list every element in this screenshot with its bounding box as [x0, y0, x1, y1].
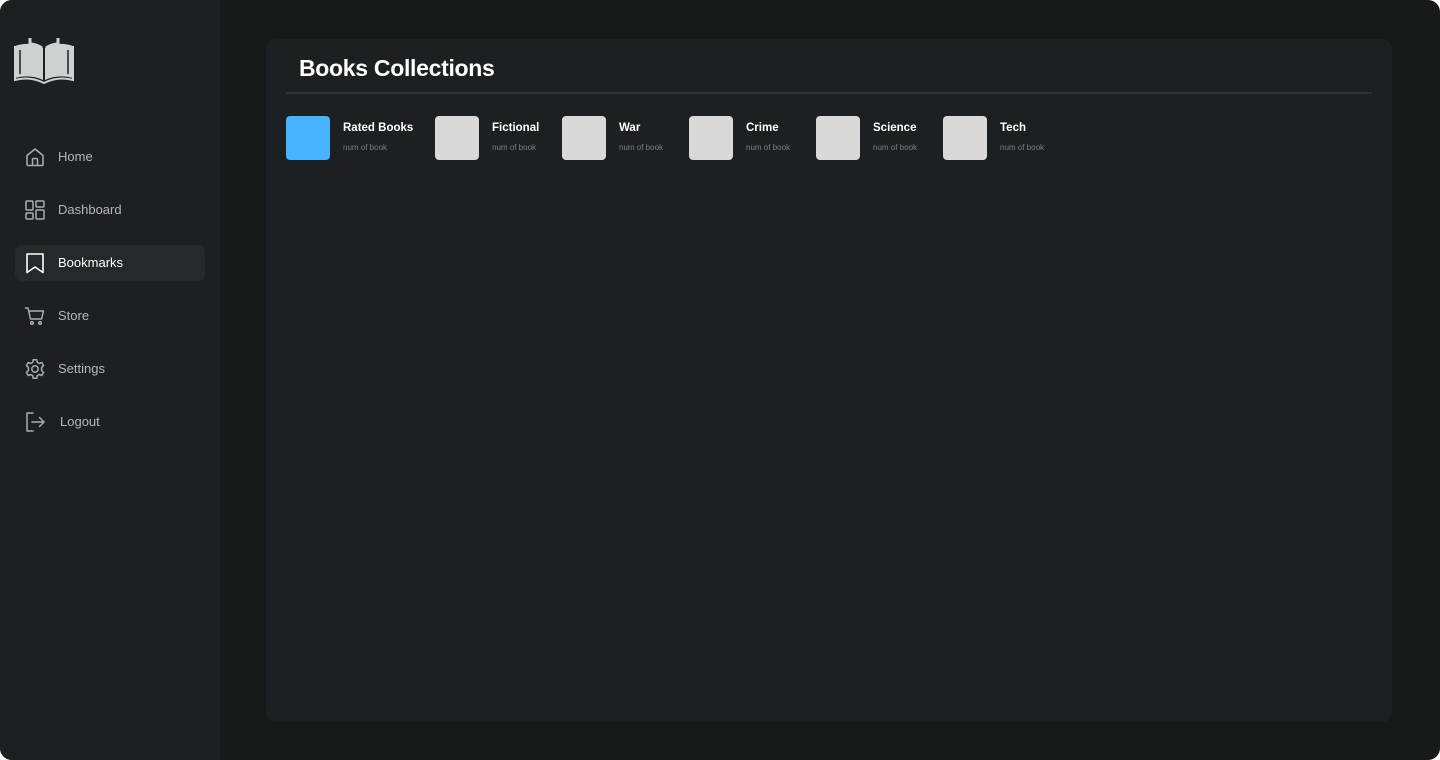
sidebar-item-label: Store [58, 308, 90, 323]
collection-name: War [619, 122, 641, 134]
collection-thumbnail [562, 116, 606, 160]
collection-name: Tech [1000, 122, 1026, 134]
sidebar-item-home[interactable]: Home [15, 139, 205, 175]
open-book-icon[interactable] [14, 36, 74, 86]
sidebar-item-label: Home [58, 149, 93, 164]
sidebar-item-label: Logout [60, 414, 100, 429]
sidebar-item-bookmarks[interactable]: Bookmarks [15, 245, 205, 281]
sidebar-item-dashboard[interactable]: Dashboard [15, 192, 205, 228]
app-window: Home Dashboard Bookmarks Store Settings … [0, 0, 1440, 760]
collection-thumbnail [943, 116, 987, 160]
sidebar-nav: Home Dashboard Bookmarks Store Settings … [15, 139, 205, 457]
bookmark-icon [24, 252, 46, 274]
gear-icon [24, 358, 46, 380]
home-icon [24, 146, 46, 168]
collection-book-count: num of book [492, 143, 537, 152]
collection-book-count: num of book [1000, 143, 1045, 152]
collection-thumbnail [689, 116, 733, 160]
dashboard-icon [24, 199, 46, 221]
sidebar-item-label: Dashboard [58, 202, 122, 217]
sidebar-item-settings[interactable]: Settings [15, 351, 205, 387]
collections-panel: Books Collections Rated Books num of boo… [266, 39, 1392, 722]
cart-icon [24, 305, 46, 327]
collection-thumbnail [286, 116, 330, 160]
collection-thumbnail [435, 116, 479, 160]
collection-thumbnail [816, 116, 860, 160]
sidebar-item-label: Bookmarks [58, 255, 124, 270]
collection-name: Crime [746, 122, 779, 134]
collection-book-count: num of book [873, 143, 918, 152]
collection-name: Fictional [492, 122, 540, 134]
collection-book-count: num of book [343, 143, 388, 152]
sidebar-item-store[interactable]: Store [15, 298, 205, 334]
collection-name: Science [873, 122, 917, 134]
title-divider [286, 92, 1372, 94]
sidebar: Home Dashboard Bookmarks Store Settings … [0, 0, 220, 760]
collection-book-count: num of book [746, 143, 791, 152]
collection-book-count: num of book [619, 143, 664, 152]
page-title: Books Collections [299, 55, 495, 81]
sidebar-item-label: Settings [58, 361, 105, 376]
logout-icon [24, 411, 46, 433]
sidebar-item-logout[interactable]: Logout [15, 404, 205, 440]
collection-name: Rated Books [343, 122, 414, 134]
